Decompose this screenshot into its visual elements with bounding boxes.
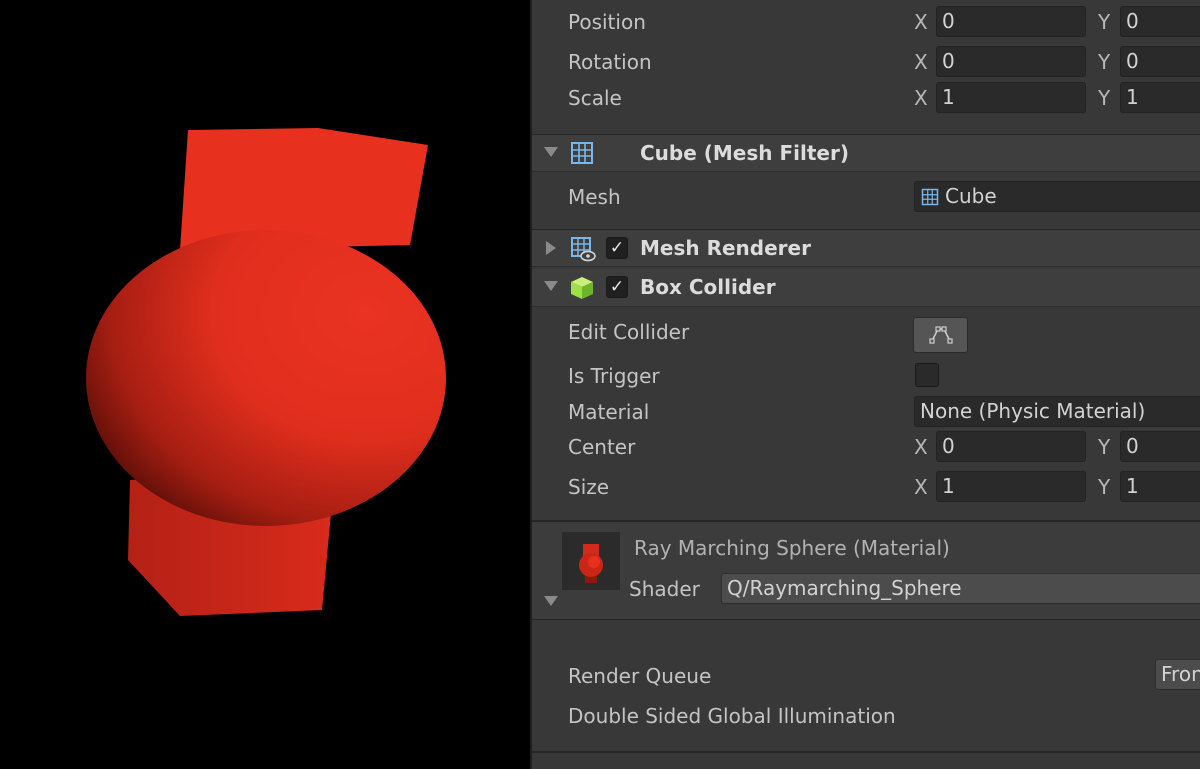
- mesh-filter-header[interactable]: Cube (Mesh Filter): [532, 134, 1200, 172]
- material-header[interactable]: Ray Marching Sphere (Material) Shader Q/…: [532, 522, 1200, 620]
- scene-viewport[interactable]: [0, 0, 530, 769]
- position-x-axis: X: [914, 10, 928, 34]
- mesh-renderer-title: Mesh Renderer: [640, 236, 811, 260]
- position-label: Position: [568, 10, 646, 34]
- scale-x-axis: X: [914, 86, 928, 110]
- rotation-y-axis: Y: [1098, 50, 1111, 74]
- size-x-axis: X: [914, 475, 928, 499]
- section-divider: [532, 751, 1200, 753]
- material-label: Material: [568, 400, 650, 424]
- material-preview-thumbnail: [562, 532, 620, 590]
- scale-y-field[interactable]: 1: [1120, 82, 1200, 113]
- mesh-filter-icon: [571, 142, 593, 164]
- rotation-label: Rotation: [568, 50, 652, 74]
- mesh-filter-title: Cube (Mesh Filter): [640, 141, 849, 165]
- is-trigger-checkbox[interactable]: [915, 363, 939, 387]
- foldout-open-icon[interactable]: [544, 596, 558, 606]
- scale-y-axis: Y: [1098, 86, 1111, 110]
- render-queue-dropdown[interactable]: Fron: [1155, 659, 1200, 690]
- position-y-axis: Y: [1098, 10, 1111, 34]
- mesh-icon: [921, 188, 939, 206]
- mesh-field[interactable]: Cube: [914, 181, 1200, 212]
- box-collider-title: Box Collider: [640, 275, 776, 299]
- shader-label: Shader: [629, 577, 700, 601]
- center-x-field[interactable]: 0: [936, 431, 1086, 462]
- mesh-renderer-icon: [571, 237, 596, 262]
- center-x-axis: X: [914, 435, 928, 459]
- edit-collider-button[interactable]: [913, 317, 968, 353]
- edit-collider-label: Edit Collider: [568, 320, 690, 344]
- scale-label: Scale: [568, 86, 622, 110]
- material-preview-icon: [579, 544, 603, 583]
- mesh-value: Cube: [945, 184, 997, 208]
- shader-dropdown[interactable]: Q/Raymarching_Sphere: [721, 573, 1200, 604]
- box-collider-enabled-checkbox[interactable]: ✓: [606, 276, 628, 298]
- center-y-axis: Y: [1098, 435, 1111, 459]
- size-y-axis: Y: [1098, 475, 1111, 499]
- center-label: Center: [568, 435, 636, 459]
- foldout-closed-icon[interactable]: [546, 241, 556, 255]
- center-y-field[interactable]: 0: [1120, 431, 1200, 462]
- foldout-open-icon[interactable]: [544, 147, 558, 157]
- inspector-panel: Position X 0 Y 0 Rotation X 0 Y 0 Scale …: [530, 0, 1200, 769]
- render-queue-label: Render Queue: [568, 664, 712, 688]
- mesh-renderer-header[interactable]: ✓ Mesh Renderer: [532, 229, 1200, 267]
- raymarched-sphere-render: [86, 128, 446, 616]
- foldout-open-icon[interactable]: [544, 281, 558, 291]
- rotation-x-axis: X: [914, 50, 928, 74]
- rotation-x-field[interactable]: 0: [936, 46, 1086, 77]
- box-collider-icon: [571, 277, 593, 299]
- size-label: Size: [568, 475, 610, 499]
- rotation-y-field[interactable]: 0: [1120, 46, 1200, 77]
- scale-x-field[interactable]: 1: [936, 82, 1086, 113]
- is-trigger-label: Is Trigger: [568, 364, 660, 388]
- box-collider-header[interactable]: ✓ Box Collider: [532, 269, 1200, 307]
- double-sided-gi-label: Double Sided Global Illumination: [568, 704, 896, 728]
- position-y-field[interactable]: 0: [1120, 6, 1200, 37]
- cube-slice-top: [180, 128, 428, 250]
- physic-material-field[interactable]: None (Physic Material): [914, 396, 1200, 427]
- mesh-label: Mesh: [568, 185, 621, 209]
- size-x-field[interactable]: 1: [936, 471, 1086, 502]
- size-y-field[interactable]: 1: [1120, 471, 1200, 502]
- edit-collider-icon: [929, 326, 953, 344]
- position-x-field[interactable]: 0: [936, 6, 1086, 37]
- mesh-renderer-enabled-checkbox[interactable]: ✓: [606, 237, 628, 259]
- material-title: Ray Marching Sphere (Material): [634, 536, 950, 560]
- sphere: [86, 230, 446, 526]
